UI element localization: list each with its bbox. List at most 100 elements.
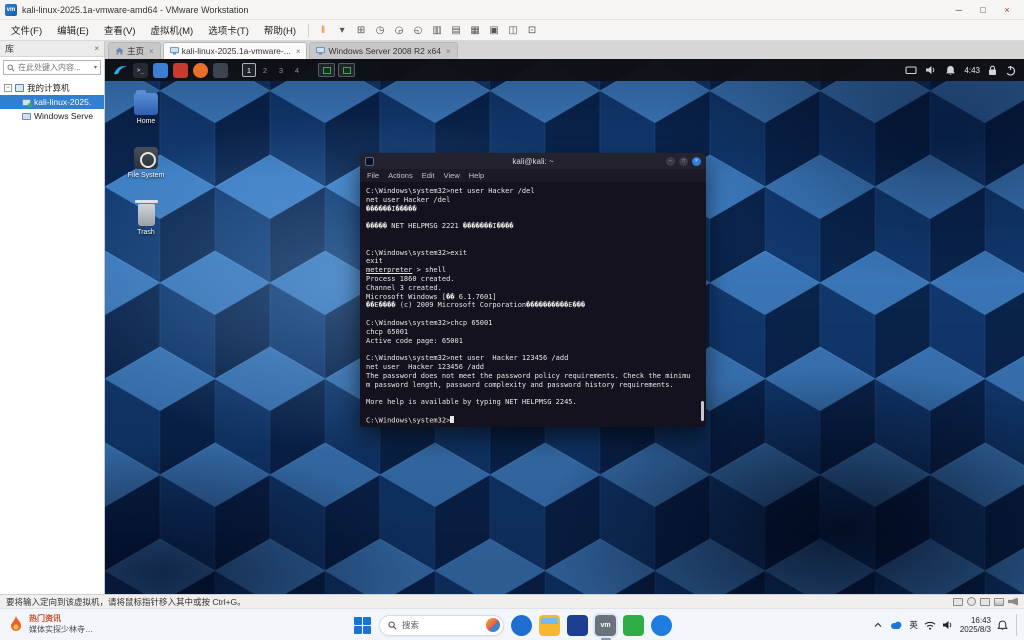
menu-item[interactable]: 帮助(H) xyxy=(257,21,303,39)
capture-screen-button[interactable]: ⊡ xyxy=(523,22,541,39)
usb-icon[interactable] xyxy=(994,598,1004,606)
vm-icon xyxy=(22,113,31,120)
show-desktop-strip[interactable] xyxy=(1016,614,1018,636)
vm-library-tree: − 我的计算机 kali-linux-2025. xyxy=(0,80,104,123)
unity-button[interactable]: ◫ xyxy=(504,22,522,39)
close-button[interactable]: × xyxy=(995,2,1019,18)
notifications-icon[interactable] xyxy=(997,620,1008,631)
tab-home[interactable]: 主页 × xyxy=(108,42,161,59)
vm-clock[interactable]: 4:43 xyxy=(964,66,980,75)
terminal-title: kali@kali: ~ xyxy=(360,157,706,166)
terminal-close-button[interactable]: × xyxy=(692,157,701,166)
cd-rom-icon[interactable] xyxy=(967,597,976,606)
volume-icon[interactable] xyxy=(925,65,937,75)
tree-expander-icon[interactable]: − xyxy=(4,84,12,92)
menu-item[interactable]: 选项卡(T) xyxy=(201,21,256,39)
desktop-icon-trash[interactable]: Trash xyxy=(119,201,173,236)
terminal-menu-item[interactable]: File xyxy=(367,171,379,180)
power-options-caret[interactable]: ▾ xyxy=(333,22,351,39)
search-caret-icon[interactable]: ▾ xyxy=(94,64,97,71)
file-explorer-icon[interactable] xyxy=(539,615,560,636)
news-widget[interactable]: 热门资讯 媒体实探少林寺… xyxy=(8,613,93,635)
take-snapshot-button[interactable]: ◷ xyxy=(371,22,389,39)
widget-headline: 媒体实探少林寺… xyxy=(29,624,93,635)
vm-display[interactable]: >_ 1234 4:43 xyxy=(105,59,1024,594)
kali-menu-icon[interactable] xyxy=(113,64,128,77)
terminal-minimize-button[interactable]: − xyxy=(666,157,675,166)
menu-item[interactable]: 文件(F) xyxy=(4,21,49,39)
sidebar-item-kali-vm[interactable]: kali-linux-2025. xyxy=(0,95,104,109)
hidden-icons-chevron[interactable] xyxy=(873,621,883,629)
panel-window-button[interactable] xyxy=(318,63,335,77)
terminal-launcher-icon[interactable]: >_ xyxy=(133,63,148,78)
input-method-indicator[interactable]: 英 xyxy=(909,619,918,631)
fullscreen-button[interactable]: ▣ xyxy=(485,22,503,39)
maximize-button[interactable]: □ xyxy=(971,2,995,18)
terminal-cursor xyxy=(450,416,454,424)
search-highlight-icon xyxy=(486,618,500,632)
display-icon[interactable] xyxy=(905,66,917,75)
desktop-icon-home[interactable]: Home xyxy=(119,93,173,125)
menu-item[interactable]: 编辑(E) xyxy=(50,21,96,39)
power-icon[interactable] xyxy=(1005,65,1016,76)
snapshot-manager-button[interactable]: ◵ xyxy=(409,22,427,39)
terminal-line: Channel 3 created. xyxy=(366,284,700,293)
volume-icon[interactable] xyxy=(942,620,954,630)
terminal-window: kali@kali: ~ − □ × File Actions Edit View He… xyxy=(360,153,706,427)
sidebar-item-windows-server-vm[interactable]: Windows Serve xyxy=(0,109,104,123)
workspace-1[interactable]: 1 xyxy=(242,63,256,77)
workspace-3[interactable]: 3 xyxy=(274,63,288,77)
tab-label: Windows Server 2008 R2 x64 xyxy=(328,46,440,56)
show-library-button[interactable]: ▥ xyxy=(428,22,446,39)
terminal-menu-item[interactable]: Actions xyxy=(388,171,413,180)
terminal-titlebar[interactable]: kali@kali: ~ − □ × xyxy=(360,153,706,169)
wechat-icon[interactable] xyxy=(623,615,644,636)
tab-close-icon[interactable]: × xyxy=(296,47,301,56)
menu-item[interactable]: 查看(V) xyxy=(97,21,143,39)
console-view-button[interactable]: ▦ xyxy=(466,22,484,39)
workspace-2[interactable]: 2 xyxy=(258,63,272,77)
terminal-scrollbar[interactable] xyxy=(701,401,704,421)
terminal-maximize-button[interactable]: □ xyxy=(679,157,688,166)
power-button[interactable]: ‖ xyxy=(314,22,332,39)
thumbnail-bar-button[interactable]: ▤ xyxy=(447,22,465,39)
file-manager-icon[interactable] xyxy=(153,63,168,78)
sound-icon[interactable] xyxy=(1008,598,1018,606)
panel-window-button[interactable] xyxy=(338,63,355,77)
onedrive-icon[interactable] xyxy=(889,620,903,630)
ctrl-alt-del-button[interactable]: ⊞ xyxy=(352,22,370,39)
taskbar-search[interactable]: 搜索 xyxy=(379,615,504,636)
terminal-body[interactable]: C:\Windows\system32>net user Hacker /del… xyxy=(360,182,706,427)
wifi-icon[interactable] xyxy=(924,621,936,630)
tab-close-icon[interactable]: × xyxy=(446,47,451,56)
hard-disk-icon[interactable] xyxy=(953,598,963,606)
terminal-menu-item[interactable]: Help xyxy=(469,171,484,180)
desktop-icon-file-system[interactable]: File System xyxy=(119,147,173,179)
screenshot-tool-icon[interactable] xyxy=(213,63,228,78)
library-search-input[interactable] xyxy=(18,63,91,72)
tab-windows-server-vm[interactable]: Windows Server 2008 R2 x64 × xyxy=(309,42,457,59)
store-icon[interactable] xyxy=(567,615,588,636)
notifications-icon[interactable] xyxy=(945,65,956,76)
library-close-icon[interactable]: × xyxy=(94,44,99,53)
menu-item[interactable]: 虚拟机(M) xyxy=(143,21,200,39)
clock[interactable]: 16:43 2025/8/3 xyxy=(960,616,991,635)
edge-icon[interactable] xyxy=(511,615,532,636)
qq-icon[interactable] xyxy=(651,615,672,636)
vmware-icon[interactable]: vm xyxy=(595,615,616,636)
tab-kali-vm[interactable]: kali-linux-2025.1a-vmware-... × xyxy=(163,42,308,59)
lock-icon[interactable] xyxy=(988,65,997,76)
firefox-icon[interactable] xyxy=(193,63,208,78)
tab-close-icon[interactable]: × xyxy=(149,47,154,56)
panel-launchers: >_ xyxy=(133,63,228,78)
text-editor-icon[interactable] xyxy=(173,63,188,78)
network-adapter-icon[interactable] xyxy=(980,598,990,606)
revert-snapshot-button[interactable]: ◶ xyxy=(390,22,408,39)
start-button[interactable] xyxy=(352,615,372,635)
workspace-4[interactable]: 4 xyxy=(290,63,304,77)
terminal-menu-item[interactable]: View xyxy=(444,171,460,180)
tree-node-my-computer[interactable]: − 我的计算机 xyxy=(0,80,104,95)
minimize-button[interactable]: ─ xyxy=(947,2,971,18)
terminal-menu-item[interactable]: Edit xyxy=(422,171,435,180)
terminal-line: Process 1860 created. xyxy=(366,275,700,284)
